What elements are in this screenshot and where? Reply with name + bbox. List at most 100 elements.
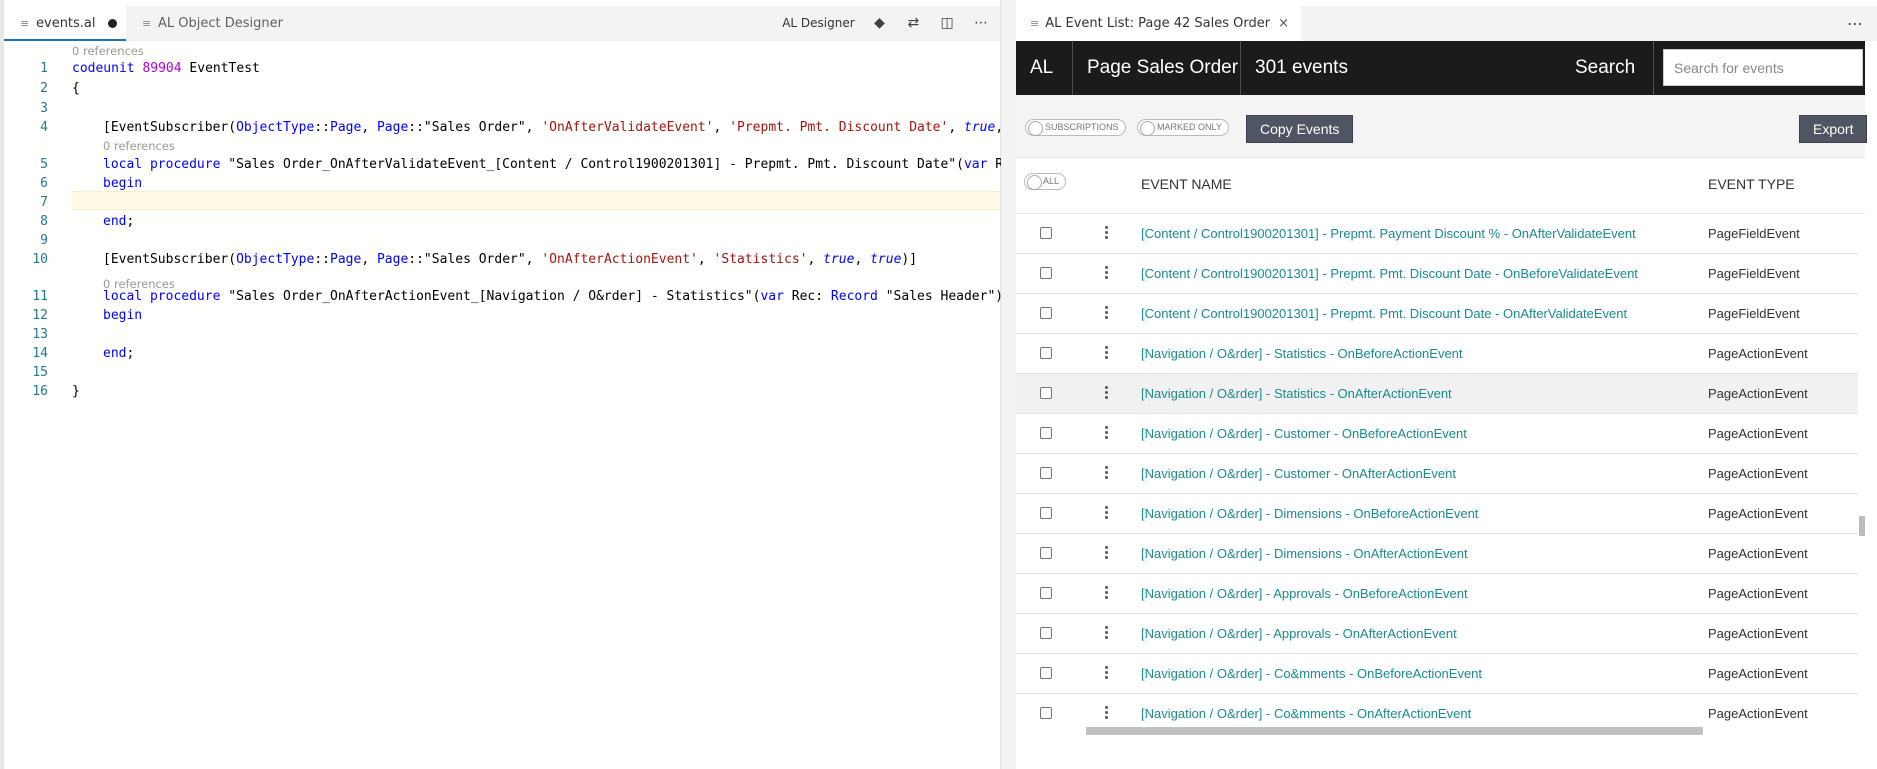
event-list-header: AL Page Sales Order 301 events Search — [1016, 41, 1865, 95]
event-type: PageActionEvent — [1708, 586, 1808, 601]
horizontal-scrollbar-thumb[interactable] — [1086, 727, 1703, 735]
row-menu-icon[interactable] — [1105, 624, 1109, 644]
event-name-link[interactable]: [Navigation / O&rder] - Approvals - OnAf… — [1141, 626, 1457, 641]
subscriptions-toggle[interactable]: SUBSCRIPTIONS — [1025, 119, 1126, 136]
codelens-references[interactable]: 0 references — [103, 139, 175, 153]
line-number: 1 — [40, 61, 48, 76]
table-row[interactable]: [Navigation / O&rder] - Approvals - OnBe… — [1016, 574, 1858, 614]
row-menu-icon[interactable] — [1105, 504, 1109, 524]
row-menu-icon[interactable] — [1105, 544, 1109, 564]
row-menu-icon[interactable] — [1105, 224, 1109, 244]
column-event-name[interactable]: EVENT NAME — [1141, 176, 1232, 192]
row-menu-icon[interactable] — [1105, 304, 1109, 324]
editor-splitter[interactable] — [1001, 0, 1016, 769]
event-table-body: [Content / Control1900201301] - Prepmt. … — [1016, 214, 1858, 724]
line-number: 10 — [32, 252, 48, 267]
tab-al-event-list[interactable]: ≡ AL Event List: Page 42 Sales Order × — [1016, 6, 1301, 41]
row-menu-icon[interactable] — [1105, 664, 1109, 684]
git-compare-icon[interactable]: ◆ — [871, 6, 889, 41]
event-name-link[interactable]: [Navigation / O&rder] - Statistics - OnA… — [1141, 386, 1452, 401]
row-checkbox[interactable] — [1040, 387, 1052, 399]
row-checkbox[interactable] — [1040, 307, 1052, 319]
row-checkbox[interactable] — [1040, 267, 1052, 279]
row-menu-icon[interactable] — [1105, 264, 1109, 284]
table-row[interactable]: [Navigation / O&rder] - Customer - OnBef… — [1016, 414, 1858, 454]
event-type: PageActionEvent — [1708, 466, 1808, 481]
row-menu-icon[interactable] — [1105, 424, 1109, 444]
row-checkbox[interactable] — [1040, 547, 1052, 559]
event-name-link[interactable]: [Navigation / O&rder] - Customer - OnAft… — [1141, 466, 1456, 481]
event-type: PageActionEvent — [1708, 546, 1808, 561]
line-number: 4 — [40, 120, 48, 135]
line-number: 2 — [40, 81, 48, 96]
row-checkbox[interactable] — [1040, 507, 1052, 519]
table-row[interactable]: [Content / Control1900201301] - Prepmt. … — [1016, 214, 1858, 254]
tab-al-object-designer[interactable]: ≡ AL Object Designer — [126, 6, 297, 41]
event-name-link[interactable]: [Content / Control1900201301] - Prepmt. … — [1141, 306, 1627, 321]
event-type: PageActionEvent — [1708, 706, 1808, 721]
object-title: Page Sales Order — [1073, 41, 1241, 95]
split-editor-icon[interactable]: ◫ — [938, 6, 956, 41]
codelens-references[interactable]: 0 references — [72, 44, 144, 58]
table-row[interactable]: [Navigation / O&rder] - Statistics - OnA… — [1016, 374, 1858, 414]
row-checkbox[interactable] — [1040, 707, 1052, 719]
event-name-link[interactable]: [Navigation / O&rder] - Dimensions - OnB… — [1141, 506, 1478, 521]
copy-events-button[interactable]: Copy Events — [1246, 115, 1354, 143]
row-checkbox[interactable] — [1040, 227, 1052, 239]
code-line: end; — [103, 346, 135, 361]
unsaved-dot-icon — [107, 19, 117, 28]
event-name-link[interactable]: [Navigation / O&rder] - Approvals - OnBe… — [1141, 586, 1468, 601]
table-row[interactable]: [Navigation / O&rder] - Statistics - OnB… — [1016, 334, 1858, 374]
table-row[interactable]: [Navigation / O&rder] - Co&mments - OnAf… — [1016, 694, 1858, 724]
table-row[interactable]: [Navigation / O&rder] - Dimensions - OnA… — [1016, 534, 1858, 574]
event-name-link[interactable]: [Navigation / O&rder] - Co&mments - OnAf… — [1141, 706, 1471, 721]
export-button[interactable]: Export — [1799, 115, 1868, 143]
row-menu-icon[interactable] — [1105, 344, 1109, 364]
row-checkbox[interactable] — [1040, 587, 1052, 599]
event-name-link[interactable]: [Navigation / O&rder] - Customer - OnBef… — [1141, 426, 1467, 441]
table-row[interactable]: [Navigation / O&rder] - Dimensions - OnB… — [1016, 494, 1858, 534]
table-row[interactable]: [Navigation / O&rder] - Co&mments - OnBe… — [1016, 654, 1858, 694]
row-menu-icon[interactable] — [1105, 584, 1109, 604]
table-row[interactable]: [Content / Control1900201301] - Prepmt. … — [1016, 294, 1858, 334]
event-name-link[interactable]: [Navigation / O&rder] - Dimensions - OnA… — [1141, 546, 1468, 561]
event-name-link[interactable]: [Navigation / O&rder] - Co&mments - OnBe… — [1141, 666, 1482, 681]
editor-actions: AL Designer ◆ ⇄ ◫ ⋯ — [770, 6, 990, 41]
table-row[interactable]: [Navigation / O&rder] - Customer - OnAft… — [1016, 454, 1858, 494]
current-line-highlight — [72, 191, 1000, 210]
row-menu-icon[interactable] — [1105, 704, 1109, 724]
search-label: Search — [1561, 41, 1654, 95]
vertical-scrollbar-thumb[interactable] — [1859, 516, 1865, 536]
row-checkbox[interactable] — [1040, 427, 1052, 439]
row-checkbox[interactable] — [1040, 627, 1052, 639]
event-name-link[interactable]: [Navigation / O&rder] - Statistics - OnB… — [1141, 346, 1463, 361]
line-number: 9 — [40, 233, 48, 248]
language-label: AL — [1016, 41, 1073, 95]
event-name-link[interactable]: [Content / Control1900201301] - Prepmt. … — [1141, 266, 1638, 281]
tab-events-al[interactable]: ≡ events.al — [4, 6, 126, 41]
close-icon[interactable]: × — [1278, 16, 1289, 31]
column-event-type[interactable]: EVENT TYPE — [1708, 176, 1795, 192]
git-pull-request-icon[interactable]: ⇄ — [904, 6, 922, 41]
row-checkbox[interactable] — [1040, 667, 1052, 679]
event-name-link[interactable]: [Content / Control1900201301] - Prepmt. … — [1141, 226, 1636, 241]
webview-tab-bar: ≡ AL Event List: Page 42 Sales Order × ⋯ — [1016, 6, 1877, 41]
more-icon[interactable]: ⋯ — [1847, 6, 1863, 41]
row-checkbox[interactable] — [1040, 467, 1052, 479]
code-editor[interactable]: 0 references 0 references 0 references 1… — [4, 44, 1034, 769]
editor-group: ≡ events.al ≡ AL Object Designer AL Design… — [0, 0, 1034, 769]
event-count: 301 events — [1255, 57, 1348, 78]
more-icon[interactable]: ⋯ — [972, 6, 990, 41]
table-row[interactable]: [Navigation / O&rder] - Approvals - OnAf… — [1016, 614, 1858, 654]
row-menu-icon[interactable] — [1105, 464, 1109, 484]
event-type: PageFieldEvent — [1708, 306, 1800, 321]
al-designer-button[interactable]: AL Designer — [782, 6, 854, 41]
table-row[interactable]: [Content / Control1900201301] - Prepmt. … — [1016, 254, 1858, 294]
row-menu-icon[interactable] — [1105, 384, 1109, 404]
select-all-toggle[interactable]: ALL — [1024, 173, 1067, 190]
marked-only-toggle[interactable]: MARKED ONLY — [1137, 119, 1229, 136]
event-type: PageFieldEvent — [1708, 226, 1800, 241]
row-checkbox[interactable] — [1040, 347, 1052, 359]
search-input[interactable] — [1663, 49, 1863, 86]
editor-tab-bar: ≡ events.al ≡ AL Object Designer AL Design… — [4, 6, 1000, 41]
